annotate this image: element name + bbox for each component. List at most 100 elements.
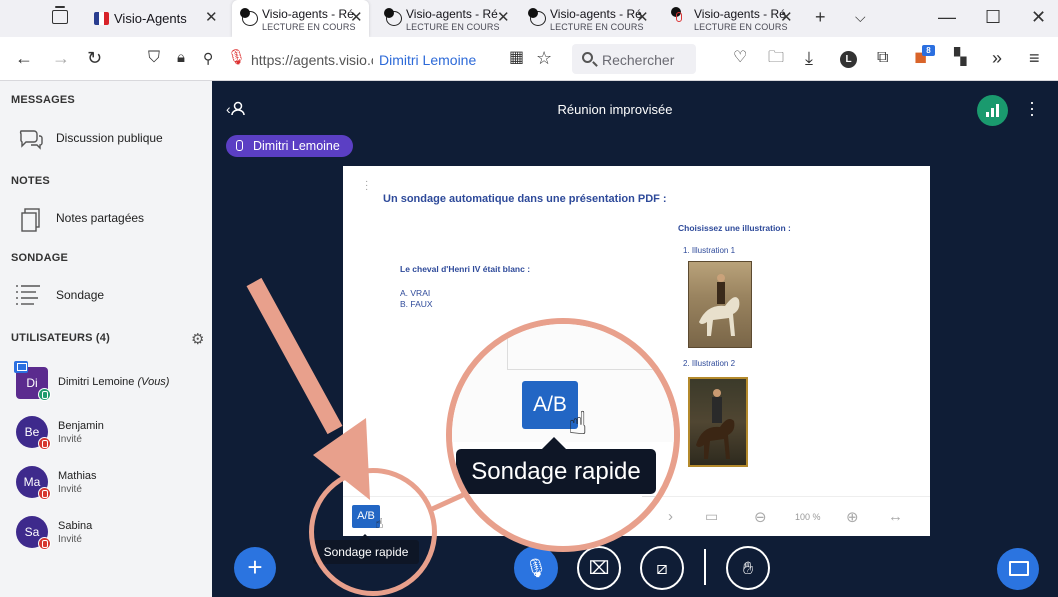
- raise-hand-button[interactable]: ✋︎: [726, 546, 770, 590]
- mic-icon: [671, 7, 690, 26]
- tab-list-chevron-icon[interactable]: ⌵: [855, 6, 866, 28]
- search-placeholder: Rechercher: [602, 52, 675, 68]
- apps-grid-icon[interactable]: ▚: [954, 47, 966, 69]
- tab-playing-label: LECTURE EN COURS: [550, 22, 644, 32]
- drag-handle-icon[interactable]: · · ·: [365, 177, 368, 195]
- minimize-icon[interactable]: —: [938, 6, 956, 28]
- qr-code-icon[interactable]: ▦: [509, 47, 524, 69]
- close-window-icon[interactable]: ✕: [1031, 6, 1046, 28]
- close-tab-icon[interactable]: ✕: [780, 10, 793, 25]
- illustration-label: 1. Illustration 1: [683, 246, 736, 255]
- browser-tab[interactable]: Visio-agents - Ré LECTURE EN COURS ✕: [664, 0, 804, 37]
- zoom-level: 100 %: [795, 512, 821, 522]
- browser-tab[interactable]: Visio-agents - Ré LECTURE EN COURS ✕: [376, 0, 516, 37]
- tab-title: Visio-Agents: [114, 11, 187, 26]
- fit-to-page-icon[interactable]: ↔: [888, 508, 903, 525]
- tab-title: Visio-agents - Ré: [550, 7, 642, 21]
- mic-button[interactable]: 🎙︎: [514, 546, 558, 590]
- user-row[interactable]: Ma Mathias Invité: [0, 463, 212, 509]
- raise-hand-icon: ✋︎: [742, 558, 754, 578]
- shield-icon[interactable]: ⛉: [148, 47, 160, 69]
- back-icon[interactable]: ←: [15, 47, 33, 69]
- fit-to-width-icon[interactable]: ▭: [705, 508, 718, 525]
- close-tab-icon[interactable]: ✕: [350, 10, 363, 25]
- connection-status-icon[interactable]: [977, 95, 1008, 126]
- tab-title: Visio-agents - Ré: [694, 7, 786, 21]
- menu-icon[interactable]: ≡: [1029, 47, 1040, 69]
- magnified-divider: [507, 324, 508, 369]
- screen-share-button[interactable]: ⧄: [640, 546, 684, 590]
- zoom-in-icon[interactable]: ⊕: [846, 508, 859, 526]
- pocket-icon[interactable]: ♡: [733, 47, 747, 69]
- close-tab-icon[interactable]: ✕: [205, 10, 218, 25]
- more-options-icon[interactable]: · · ·: [1029, 93, 1035, 123]
- meeting-title: Réunion improvisée: [557, 102, 673, 117]
- url-text[interactable]: https://agents.visio.c: [251, 52, 373, 68]
- magnified-pointer-icon: ☝: [568, 405, 588, 441]
- controls-divider: [704, 549, 706, 585]
- user-role: Invité: [58, 534, 82, 545]
- mic-icon: 🎙︎: [524, 558, 548, 578]
- permissions-icon[interactable]: ⚲: [203, 47, 213, 69]
- close-tab-icon[interactable]: ✕: [497, 10, 510, 25]
- close-tab-icon[interactable]: ✕: [636, 10, 649, 25]
- search-input[interactable]: Rechercher: [572, 44, 696, 74]
- slide-question: Le cheval d'Henri IV était blanc :: [400, 264, 531, 274]
- mic-off-icon: [38, 437, 51, 450]
- user-name: Dimitri Lemoine (Vous): [58, 376, 170, 388]
- folder-icon[interactable]: 🗀: [768, 47, 784, 69]
- browser-tab[interactable]: Visio-Agents ✕: [84, 0, 226, 37]
- overflow-chevron-icon[interactable]: »: [992, 47, 1002, 69]
- public-chat-item[interactable]: Discussion publique: [0, 121, 212, 155]
- globe-icon: [384, 8, 402, 26]
- user-role: Invité: [58, 434, 82, 445]
- extensions-icon[interactable]: ⧉: [877, 47, 888, 69]
- speaker-icon: [240, 8, 250, 18]
- slide-choose-label: Choisissez une illustration :: [678, 223, 791, 233]
- user-row[interactable]: Sa Sabina Invité: [0, 513, 212, 559]
- url-bar[interactable]: ⛉ 🔒︎ ⚲ 🎙︎ https://agents.visio.c Dimitri…: [140, 44, 560, 74]
- maximize-icon[interactable]: ☐: [985, 6, 1001, 28]
- tab-playing-label: LECTURE EN COURS: [406, 22, 500, 32]
- poll-list-icon: [14, 282, 42, 313]
- user-row[interactable]: Di Dimitri Lemoine (Vous): [0, 361, 212, 410]
- shared-notes-item[interactable]: Notes partagées: [0, 201, 212, 235]
- new-tab-icon[interactable]: +: [815, 6, 826, 28]
- tab-playing-label: LECTURE EN COURS: [694, 22, 788, 32]
- browser-tab-active[interactable]: Visio-agents - Ré LECTURE EN COURS ✕: [232, 0, 369, 37]
- presenter-icon: [14, 361, 28, 373]
- camera-button[interactable]: ⌧: [577, 546, 621, 590]
- users-section-title: UTILISATEURS (4): [11, 332, 110, 344]
- tab-title: Visio-agents - Ré: [262, 7, 354, 21]
- chat-bubble-icon: [18, 127, 44, 156]
- zoom-out-icon[interactable]: ⊖: [754, 508, 767, 526]
- illustration-2-image: [688, 377, 748, 467]
- slide-answer: A. VRAI: [400, 288, 431, 298]
- search-icon: [582, 52, 593, 63]
- annotation-small-circle: [309, 468, 437, 596]
- poll-section-title: SONDAGE: [11, 252, 69, 264]
- browser-tab[interactable]: Visio-agents - Ré LECTURE EN COURS ✕: [520, 0, 660, 37]
- tab-playing-label: LECTURE EN COURS: [262, 22, 356, 32]
- add-actions-button[interactable]: +: [234, 547, 276, 589]
- download-icon[interactable]: ⤓: [805, 47, 813, 69]
- user-role: Invité: [58, 484, 82, 495]
- reload-icon[interactable]: ↻: [87, 47, 102, 69]
- illustration-1-image: [688, 261, 752, 348]
- presentation-toggle-button[interactable]: [997, 548, 1039, 590]
- url-highlight: Dimitri Lemoine: [379, 52, 477, 68]
- lock-icon[interactable]: 🔒︎: [177, 47, 185, 69]
- next-slide-icon[interactable]: ›: [668, 508, 673, 525]
- flag-icon: [94, 12, 109, 25]
- user-row[interactable]: Be Benjamin Invité: [0, 413, 212, 459]
- gear-icon[interactable]: ⚙: [191, 330, 204, 348]
- browser-tab-bar: Visio-Agents ✕ Visio-agents - Ré LECTURE…: [0, 0, 1058, 37]
- speaker-icon: [528, 8, 538, 18]
- profile-avatar[interactable]: L: [840, 51, 857, 68]
- bookmark-star-icon[interactable]: ☆: [536, 47, 552, 69]
- browser-nav-bar: ← → ↻ ⛉ 🔒︎ ⚲ 🎙︎ https://agents.visio.c D…: [0, 37, 1058, 81]
- tab-list-icon[interactable]: [52, 6, 68, 24]
- mic-permission-icon[interactable]: 🎙︎: [227, 47, 246, 69]
- forward-icon[interactable]: →: [52, 47, 70, 69]
- poll-item[interactable]: Sondage: [0, 278, 212, 312]
